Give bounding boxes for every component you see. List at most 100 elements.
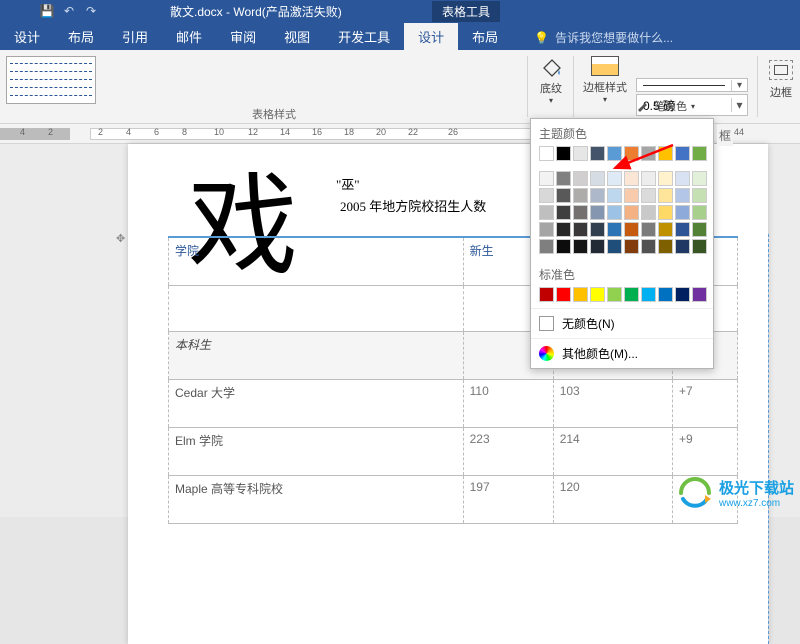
color-swatch[interactable] [539,222,554,237]
color-swatch[interactable] [590,239,605,254]
color-swatch[interactable] [556,146,571,161]
cell[interactable]: +9 [673,427,738,475]
color-swatch[interactable] [658,205,673,220]
color-swatch[interactable] [590,222,605,237]
color-swatch[interactable] [539,146,554,161]
color-swatch[interactable] [573,171,588,186]
redo-icon[interactable]: ↷ [84,4,98,18]
cell[interactable]: 120 [553,475,672,523]
color-swatch[interactable] [590,205,605,220]
color-swatch[interactable] [573,146,588,161]
undo-icon[interactable]: ↶ [62,4,76,18]
color-swatch[interactable] [590,188,605,203]
color-swatch[interactable] [692,239,707,254]
tab-table-design[interactable]: 设计 [404,23,458,50]
border-line-sample[interactable]: ▾ [636,78,748,92]
color-swatch[interactable] [556,222,571,237]
color-swatch[interactable] [692,205,707,220]
color-swatch[interactable] [624,222,639,237]
cell[interactable]: 103 [553,379,672,427]
tab-references[interactable]: 引用 [108,23,162,50]
tab-mail[interactable]: 邮件 [162,23,216,50]
table-style-preview[interactable] [6,56,96,104]
color-swatch[interactable] [692,287,707,302]
color-swatch[interactable] [675,205,690,220]
color-swatch[interactable] [573,188,588,203]
color-swatch[interactable] [692,188,707,203]
border-style-button[interactable]: 边框样式 ▾ [580,56,630,104]
color-swatch[interactable] [641,146,656,161]
color-swatch[interactable] [556,188,571,203]
color-swatch[interactable] [624,146,639,161]
borders-button[interactable]: 边框 [766,60,796,100]
color-swatch[interactable] [624,287,639,302]
color-swatch[interactable] [675,146,690,161]
color-swatch[interactable] [539,287,554,302]
color-swatch[interactable] [658,171,673,186]
color-swatch[interactable] [573,205,588,220]
tab-layout[interactable]: 布局 [54,23,108,50]
color-swatch[interactable] [607,222,622,237]
color-swatch[interactable] [539,188,554,203]
tab-view[interactable]: 视图 [270,23,324,50]
cell[interactable]: +7 [673,379,738,427]
cell[interactable]: Elm 学院 [169,427,464,475]
color-swatch[interactable] [556,287,571,302]
color-swatch[interactable] [624,205,639,220]
color-swatch[interactable] [624,171,639,186]
color-swatch[interactable] [692,222,707,237]
pen-color-button[interactable]: 笔颜色 ▾ [636,98,695,114]
color-swatch[interactable] [675,171,690,186]
color-swatch[interactable] [607,146,622,161]
color-swatch[interactable] [556,205,571,220]
color-swatch[interactable] [573,222,588,237]
color-swatch[interactable] [692,171,707,186]
color-swatch[interactable] [658,222,673,237]
more-colors-item[interactable]: 其他颜色(M)... [531,338,713,368]
color-swatch[interactable] [675,287,690,302]
color-swatch[interactable] [573,239,588,254]
table-anchor-icon[interactable]: ✥ [116,232,128,244]
color-swatch[interactable] [607,287,622,302]
cell[interactable]: Maple 高等专科院校 [169,475,464,523]
color-swatch[interactable] [590,287,605,302]
color-swatch[interactable] [607,205,622,220]
color-swatch[interactable] [539,205,554,220]
color-swatch[interactable] [658,188,673,203]
save-icon[interactable]: 💾 [40,4,54,18]
color-swatch[interactable] [556,239,571,254]
color-swatch[interactable] [539,239,554,254]
no-color-item[interactable]: 无颜色(N) [531,308,713,338]
color-swatch[interactable] [641,287,656,302]
tab-design-theme[interactable]: 设计 [0,23,54,50]
color-swatch[interactable] [641,222,656,237]
tab-review[interactable]: 审阅 [216,23,270,50]
color-swatch[interactable] [556,171,571,186]
color-swatch[interactable] [590,146,605,161]
color-swatch[interactable] [658,239,673,254]
color-swatch[interactable] [607,188,622,203]
color-swatch[interactable] [607,171,622,186]
color-swatch[interactable] [658,287,673,302]
color-swatch[interactable] [641,188,656,203]
shading-button[interactable]: 底纹 ▾ [534,56,568,105]
col-header[interactable]: 学院 [169,237,464,285]
color-swatch[interactable] [658,146,673,161]
cell[interactable]: Cedar 大学 [169,379,464,427]
color-swatch[interactable] [624,188,639,203]
cell[interactable]: 214 [553,427,672,475]
color-swatch[interactable] [675,222,690,237]
color-swatch[interactable] [641,239,656,254]
cell[interactable]: 110 [463,379,553,427]
color-swatch[interactable] [675,188,690,203]
tell-me[interactable]: 💡 告诉我您想要做什么... [534,29,673,50]
color-swatch[interactable] [624,239,639,254]
color-swatch[interactable] [675,239,690,254]
tab-devtools[interactable]: 开发工具 [324,23,404,50]
color-swatch[interactable] [692,146,707,161]
color-swatch[interactable] [573,287,588,302]
band-header[interactable]: 本科生 [169,331,464,379]
color-swatch[interactable] [641,205,656,220]
color-swatch[interactable] [641,171,656,186]
color-swatch[interactable] [539,171,554,186]
